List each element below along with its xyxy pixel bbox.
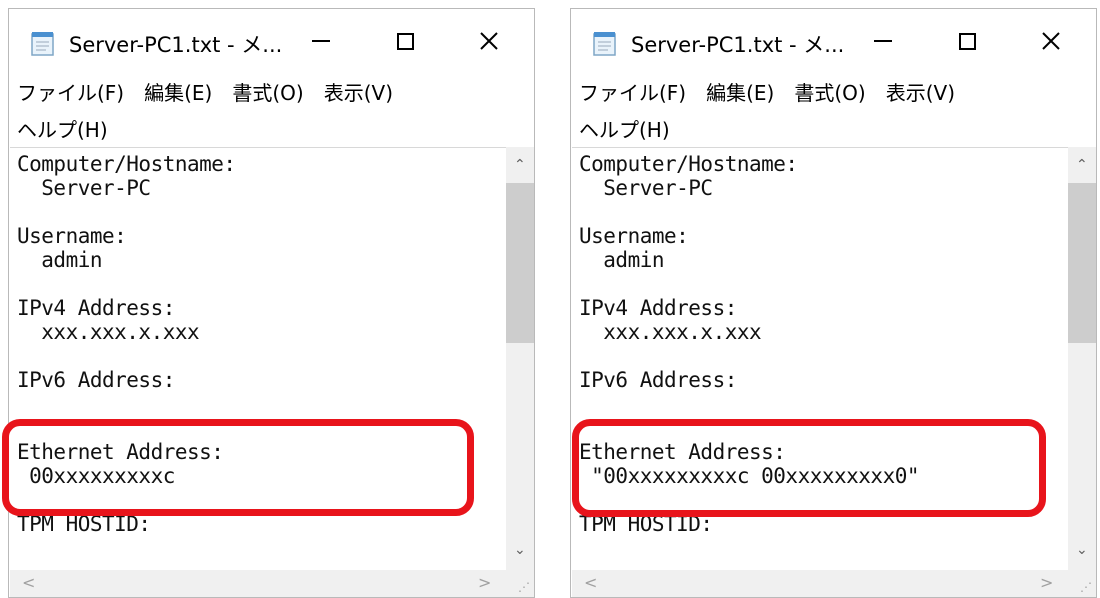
minimize-icon xyxy=(874,40,892,42)
text-line: IPv6 Address: xyxy=(579,368,737,392)
close-button[interactable] xyxy=(1031,21,1071,61)
minimize-button[interactable] xyxy=(301,21,341,61)
text-line: xxx.xxx.x.xxx xyxy=(579,320,762,344)
menu-bar: ファイル(F) 編集(E) 書式(O) 表示(V) ヘルプ(H) xyxy=(579,75,1059,149)
text-line: Username: xyxy=(579,224,689,248)
scroll-right-icon[interactable]: > xyxy=(1040,573,1053,592)
vertical-scrollbar[interactable]: ⌃ ⌄ xyxy=(1068,147,1096,572)
window-title: Server-PC1.txt - メ... xyxy=(631,33,845,57)
menu-help[interactable]: ヘルプ(H) xyxy=(579,112,670,149)
scroll-up-icon[interactable]: ⌃ xyxy=(514,157,526,173)
text-line: Username: xyxy=(17,224,127,248)
menu-edit[interactable]: 編集(E) xyxy=(144,75,212,112)
menu-edit[interactable]: 編集(E) xyxy=(706,75,774,112)
maximize-button[interactable] xyxy=(385,21,425,61)
menu-bar: ファイル(F) 編集(E) 書式(O) 表示(V) ヘルプ(H) xyxy=(17,75,497,149)
menu-format[interactable]: 書式(O) xyxy=(232,75,303,112)
close-icon xyxy=(480,32,498,50)
text-line: IPv4 Address: xyxy=(17,296,175,320)
maximize-button[interactable] xyxy=(947,21,987,61)
close-button[interactable] xyxy=(469,21,509,61)
menu-format[interactable]: 書式(O) xyxy=(794,75,865,112)
text-line: Computer/Hostname: xyxy=(579,152,798,176)
maximize-icon xyxy=(396,32,414,50)
scroll-thumb[interactable] xyxy=(1068,183,1096,343)
menu-file[interactable]: ファイル(F) xyxy=(17,75,124,112)
text-line: xxx.xxx.x.xxx xyxy=(17,320,200,344)
minimize-icon xyxy=(312,40,330,42)
text-line: Server-PC xyxy=(579,176,713,200)
window-title: Server-PC1.txt - メ... xyxy=(69,33,283,57)
menu-file[interactable]: ファイル(F) xyxy=(579,75,686,112)
ethernet-highlight-box-1 xyxy=(2,419,474,516)
title-bar[interactable]: Server-PC1.txt - メ... xyxy=(571,9,1096,71)
minimize-button[interactable] xyxy=(863,21,903,61)
notepad-icon xyxy=(593,32,616,56)
text-line: Computer/Hostname: xyxy=(17,152,236,176)
text-line: IPv6 Address: xyxy=(17,368,175,392)
menu-view[interactable]: 表示(V) xyxy=(886,75,955,112)
close-icon xyxy=(1042,32,1060,50)
horizontal-scrollbar[interactable]: < > ⋰ xyxy=(10,570,534,597)
text-line: IPv4 Address: xyxy=(579,296,737,320)
scroll-left-icon[interactable]: < xyxy=(22,573,35,592)
vertical-scrollbar[interactable]: ⌃ ⌄ xyxy=(506,147,534,572)
menu-help[interactable]: ヘルプ(H) xyxy=(17,112,108,149)
title-bar[interactable]: Server-PC1.txt - メ... xyxy=(9,9,534,71)
scroll-left-icon[interactable]: < xyxy=(584,573,597,592)
scroll-thumb[interactable] xyxy=(506,183,534,343)
horizontal-scrollbar[interactable]: < > ⋰ xyxy=(572,570,1096,597)
text-line: Server-PC xyxy=(17,176,151,200)
text-line: admin xyxy=(17,248,103,272)
text-line: admin xyxy=(579,248,665,272)
scroll-down-icon[interactable]: ⌄ xyxy=(514,542,526,558)
scroll-down-icon[interactable]: ⌄ xyxy=(1076,542,1088,558)
scroll-up-icon[interactable]: ⌃ xyxy=(1076,157,1088,173)
resize-grip-icon[interactable]: ⋰ xyxy=(1080,580,1092,594)
maximize-icon xyxy=(958,32,976,50)
menu-view[interactable]: 表示(V) xyxy=(324,75,393,112)
scroll-right-icon[interactable]: > xyxy=(478,573,491,592)
ethernet-highlight-box-2 xyxy=(572,419,1046,517)
resize-grip-icon[interactable]: ⋰ xyxy=(518,580,530,594)
notepad-icon xyxy=(31,32,54,56)
